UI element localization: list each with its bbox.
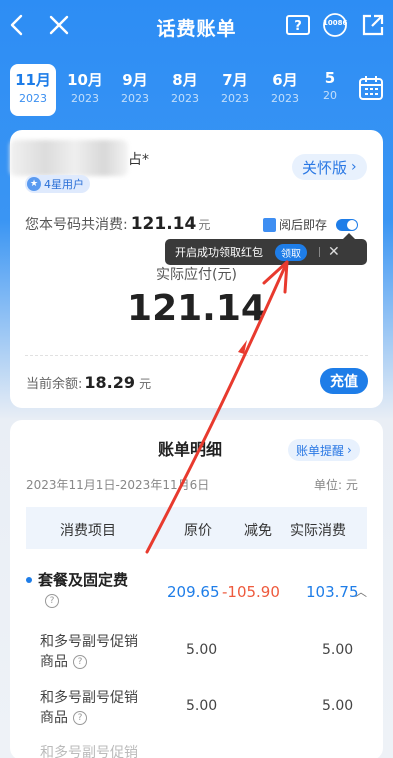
month-tab-7[interactable]: 5 20 (310, 64, 350, 116)
balance-value: 18.29 (84, 373, 135, 392)
care-version-label: 关怀版 (302, 158, 348, 177)
month-tab-6[interactable]: 6月 2023 (260, 64, 310, 116)
topup-button[interactable]: 充值 (320, 368, 368, 394)
month-year: 2023 (171, 92, 199, 105)
calendar-icon[interactable] (357, 74, 385, 102)
star-icon: ★ (27, 177, 41, 191)
col-item: 消费项目 (60, 523, 116, 539)
chevron-right-icon: › (347, 443, 352, 457)
claim-button[interactable]: 领取 (275, 243, 307, 261)
svg-text:?: ? (294, 19, 302, 34)
month-year: 2023 (221, 92, 249, 105)
partial-row-label: 和多号副号促销 (40, 745, 138, 758)
row-actual: 5.00 (322, 698, 354, 714)
table-header: 消费项目 原价 减免 实际消费 (26, 507, 367, 549)
month-label: 11月 (15, 71, 51, 89)
package-discount: -105.90 (222, 583, 280, 601)
month-tabs: 11月 2023 10月 2023 9月 2023 8月 2023 7月 202… (10, 64, 350, 116)
col-discount: 减免 (244, 523, 272, 539)
bill-screen: 话费账单 ? 10086 11月 2023 10月 2023 9月 2023 8… (0, 0, 393, 758)
total-unit: 元 (198, 218, 211, 232)
tooltip-close-icon[interactable]: ✕ (328, 244, 340, 260)
blurred-phone-number (10, 140, 128, 176)
tooltip-text: 开启成功领取红包 (175, 246, 263, 259)
tooltip-separator (319, 247, 320, 257)
month-tab-3[interactable]: 9月 2023 (110, 64, 160, 116)
help-circle-icon[interactable]: ? (45, 594, 59, 608)
top-bar: 话费账单 ? 10086 (0, 0, 393, 52)
month-label: 6月 (272, 71, 298, 89)
col-original: 原价 (184, 523, 212, 539)
detail-title: 账单明细 (158, 440, 223, 459)
user-level-text: 4星用户 (44, 178, 84, 191)
month-tab-5[interactable]: 7月 2023 (210, 64, 260, 116)
help-icon[interactable]: ? (285, 13, 311, 39)
month-label: 8月 (172, 71, 198, 89)
total-consumption: 您本号码共消费: 121.14 元 (25, 214, 210, 234)
current-balance: 当前余额: 18.29 元 (26, 373, 151, 392)
user-name: 占* (128, 152, 149, 168)
care-version-button[interactable]: 关怀版 › (292, 154, 367, 180)
row-line1: 和多号副号促销 (40, 690, 138, 706)
row-original: 5.00 (186, 642, 218, 658)
bill-period: 2023年11月1日-2023年11月6日 (26, 478, 210, 492)
back-icon[interactable] (4, 12, 30, 38)
close-icon[interactable] (46, 12, 72, 38)
help-circle-icon[interactable]: ? (73, 655, 87, 669)
divider (25, 355, 368, 356)
row-line2: 商品 (40, 710, 68, 726)
user-level-badge: ★ 4星用户 (25, 175, 90, 193)
share-icon[interactable] (360, 12, 386, 38)
row-actual: 5.00 (322, 642, 354, 658)
service-10086-icon[interactable]: 10086 (320, 12, 350, 38)
month-year: 2023 (19, 92, 47, 105)
month-tab-2[interactable]: 10月 2023 (60, 64, 110, 116)
month-tab-4[interactable]: 8月 2023 (160, 64, 210, 116)
read-save-label: 阅后即存 (279, 218, 328, 232)
total-value: 121.14 (130, 214, 197, 234)
month-tab-1[interactable]: 11月 2023 (10, 64, 56, 116)
document-icon (263, 217, 276, 232)
bullet-dot (26, 577, 32, 583)
month-label: 7月 (222, 71, 248, 89)
month-label: 9月 (122, 71, 148, 89)
total-label: 您本号码共消费: (25, 217, 128, 233)
row-line2: 商品 (40, 654, 68, 670)
payable-amount: 121.14 (127, 288, 266, 329)
read-save-toggle-row: 阅后即存 (263, 216, 359, 233)
bill-remind-label: 账单提醒 (296, 443, 345, 458)
balance-label: 当前余额: (26, 377, 83, 392)
package-name: 套餐及固定费 (38, 571, 129, 589)
red-packet-tooltip: 开启成功领取红包 领取 ✕ (165, 233, 367, 265)
payable-label: 实际应付(元) (156, 267, 237, 283)
month-label: 10月 (67, 71, 103, 89)
row-line1: 和多号副号促销 (40, 634, 138, 650)
tooltip-arrow (343, 233, 355, 239)
help-circle-icon[interactable]: ? (73, 711, 87, 725)
chevron-up-icon[interactable]: ︿ (355, 583, 367, 600)
table-row-label: 和多号副号促销 商品? (40, 688, 138, 728)
table-row-label: 和多号副号促销 商品? (40, 632, 138, 672)
service-badge-text: 10086 (323, 19, 348, 27)
unit-label: 单位: 元 (314, 478, 358, 492)
col-actual: 实际消费 (290, 523, 346, 539)
package-actual: 103.75 (306, 583, 359, 601)
month-label: 5 (324, 69, 336, 87)
month-year: 2023 (71, 92, 99, 105)
month-year: 20 (323, 89, 337, 102)
bill-remind-button[interactable]: 账单提醒 › (288, 439, 360, 461)
month-year: 2023 (121, 92, 149, 105)
month-year: 2023 (271, 92, 299, 105)
package-original: 209.65 (167, 583, 220, 601)
chevron-right-icon: › (351, 159, 357, 175)
balance-unit: 元 (139, 377, 152, 391)
read-save-toggle[interactable] (336, 218, 359, 231)
row-original: 5.00 (186, 698, 218, 714)
